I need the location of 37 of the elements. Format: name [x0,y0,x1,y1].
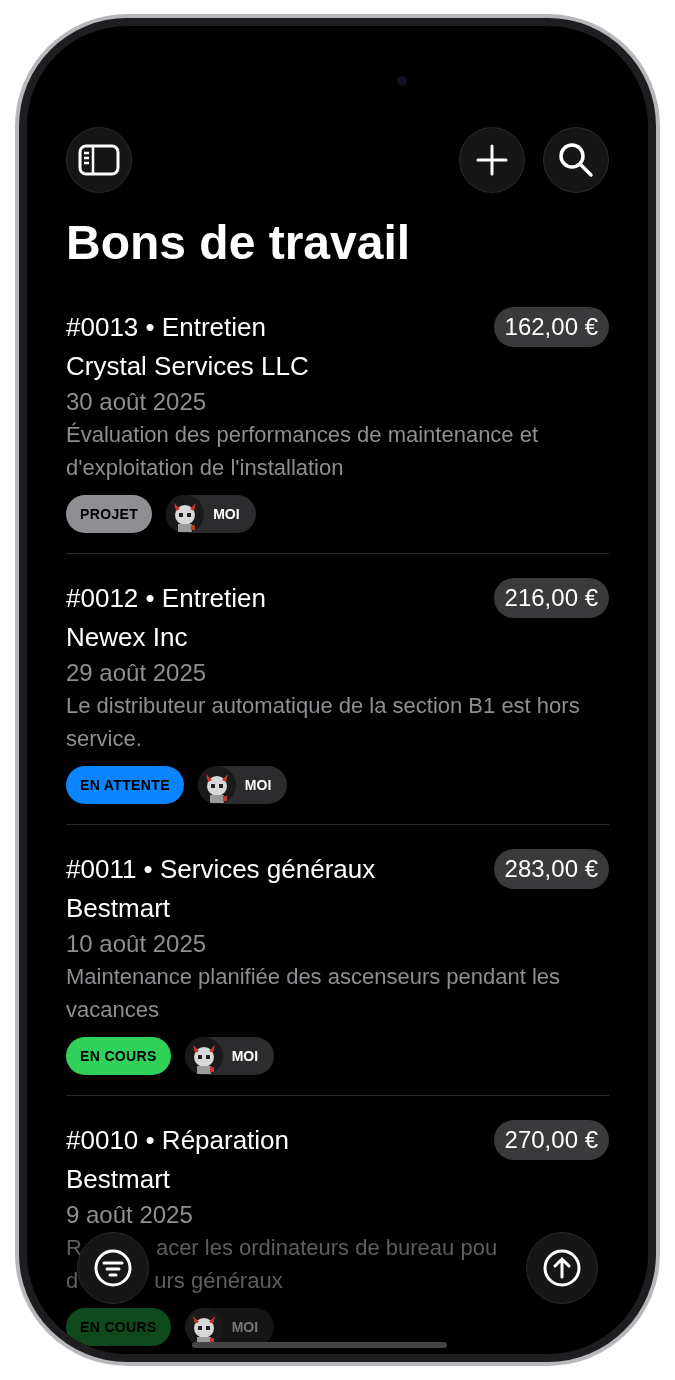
filter-icon [94,1249,132,1287]
search-icon [558,142,594,178]
amount-pill: 162,00 € [493,307,609,347]
client-name: Crystal Services LLC [66,350,310,383]
arrow-up-icon [543,1249,581,1287]
assignee-name: MOI [244,775,272,795]
description-fragment: R [66,1234,82,1262]
order-date: 9 août 2025 [66,1200,194,1230]
order-heading: #0011 • Services généraux [66,853,376,886]
order-description: Le distributeur automatique de la section B1 est hors service. [66,692,581,753]
sidebar-icon [78,144,120,176]
client-name: Newex Inc [66,621,189,654]
order-description: Évaluation des performances de maintenance et d'exploitation de l'installation [66,421,540,482]
order-date: 29 août 2025 [66,658,208,688]
status-badge: EN COURS [66,1308,171,1346]
description-fragment: d [66,1267,79,1295]
plus-icon [476,144,508,176]
description-fragment: urs généraux [154,1267,283,1295]
order-heading: #0012 • Entretien [66,582,266,615]
status-badge: EN ATTENTE [66,766,184,804]
status-badge: PROJET [66,495,153,533]
order-heading: #0013 • Entretien [66,311,266,344]
order-description: Maintenance planifiée des ascenseurs pendant les vacances [66,963,562,1024]
assignee-name: MOI [231,1317,259,1337]
assignee-name: MOI [231,1046,259,1066]
amount-pill: 283,00 € [493,849,609,889]
client-name: Bestmart [66,892,172,925]
page-title: Bons de travail [66,215,412,271]
amount-pill: 216,00 € [493,578,609,618]
order-heading: #0010 • Réparation [66,1124,290,1157]
client-name: Bestmart [66,1163,172,1196]
status-badge: EN COURS [66,1037,171,1075]
assignee-name: MOI [213,504,240,524]
order-date: 30 août 2025 [66,387,208,417]
description-fragment: acer les ordinateurs de bureau pou [155,1234,498,1262]
amount-pill: 270,00 € [493,1120,609,1160]
order-date: 10 août 2025 [66,929,208,959]
